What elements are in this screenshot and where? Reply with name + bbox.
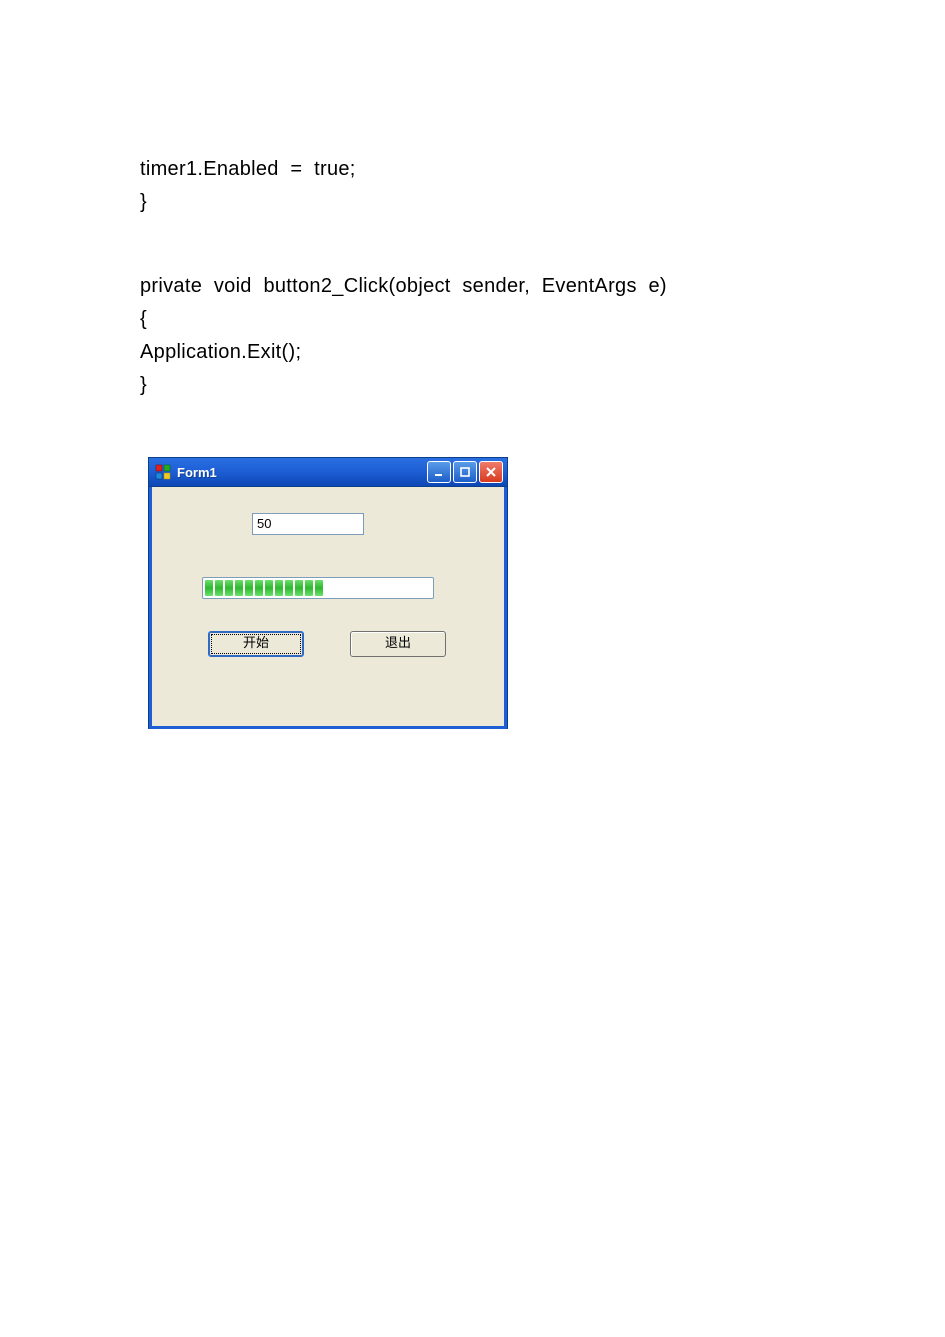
progress-block	[245, 580, 253, 596]
code-line: private void button2_Click(object sender…	[140, 275, 667, 297]
progress-block	[315, 580, 323, 596]
progress-block	[295, 580, 303, 596]
progress-block	[225, 580, 233, 596]
progress-block	[235, 580, 243, 596]
app-icon	[155, 464, 171, 480]
start-button[interactable]: 开始	[208, 631, 304, 657]
maximize-button[interactable]	[453, 461, 477, 483]
titlebar[interactable]: Form1	[149, 458, 507, 487]
progress-bar	[202, 577, 434, 599]
value-textbox[interactable]: 50	[252, 513, 364, 535]
progress-block	[255, 580, 263, 596]
code-line: }	[140, 374, 147, 396]
code-snippet: timer1.Enabled = true; } private void bu…	[140, 120, 945, 435]
client-area: 50 开始 退出	[149, 487, 507, 729]
progress-block	[265, 580, 273, 596]
code-line: Application.Exit();	[140, 341, 301, 363]
code-line: {	[140, 308, 147, 330]
code-line: }	[140, 191, 147, 213]
progress-block	[205, 580, 213, 596]
progress-block	[285, 580, 293, 596]
close-button[interactable]	[479, 461, 503, 483]
progress-block	[215, 580, 223, 596]
progress-block	[275, 580, 283, 596]
minimize-button[interactable]	[427, 461, 451, 483]
exit-button[interactable]: 退出	[350, 631, 446, 657]
code-line: timer1.Enabled = true;	[140, 158, 356, 180]
form1-window: Form1 50	[148, 457, 508, 729]
progress-block	[305, 580, 313, 596]
window-title: Form1	[177, 465, 427, 480]
